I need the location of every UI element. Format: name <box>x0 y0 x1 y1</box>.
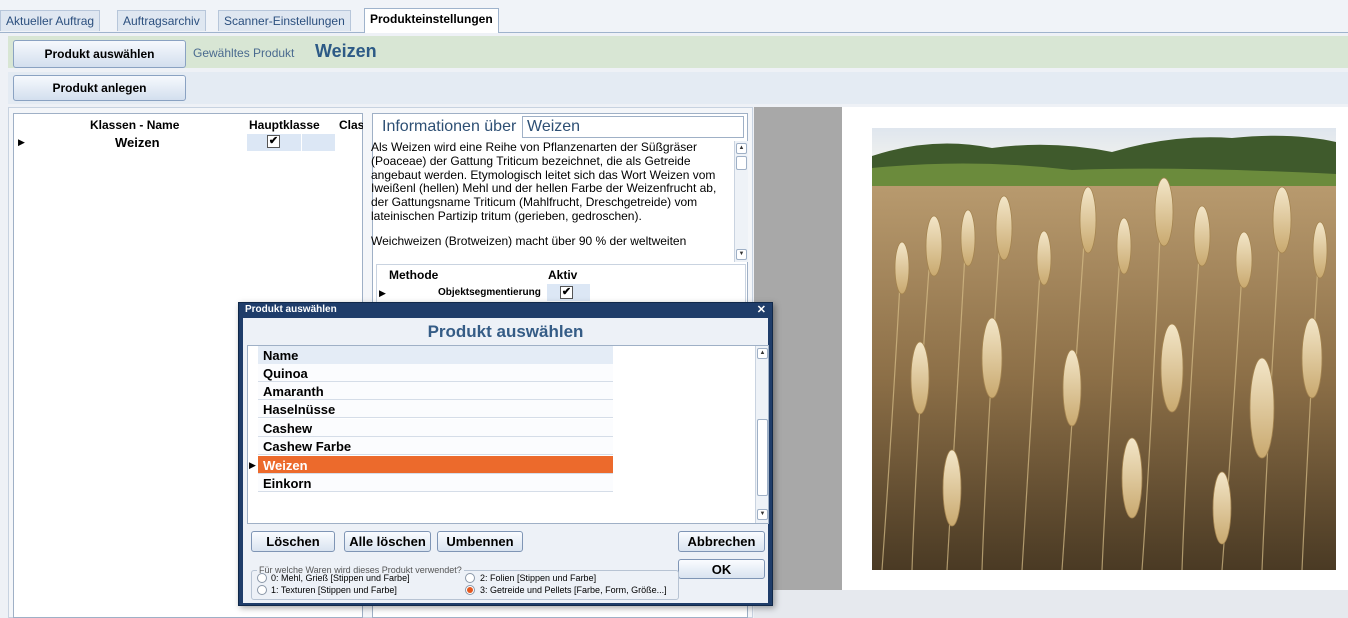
list-item[interactable]: Quinoa <box>258 364 613 382</box>
ok-button[interactable]: OK <box>678 559 765 579</box>
scroll-down-icon[interactable]: ▼ <box>736 249 747 260</box>
scroll-thumb[interactable] <box>736 156 747 170</box>
usage-option-3-radio[interactable] <box>465 585 475 595</box>
list-item[interactable]: Cashew <box>258 419 613 437</box>
dialog-titlebar[interactable]: Produkt auswählen ✕ <box>239 303 772 317</box>
tab-produkteinstellungen[interactable]: Produkteinstellungen <box>364 8 499 33</box>
info-title: Informationen über <box>382 118 517 135</box>
tab-auftragsarchiv[interactable]: Auftragsarchiv <box>117 10 206 31</box>
info-paragraph: Weichweizen (Brotweizen) macht über 90 %… <box>371 233 687 248</box>
tab-bar: Aktueller Auftrag Auftragsarchiv Scanner… <box>0 0 1348 33</box>
usage-option-3-label[interactable]: 3: Getreide und Pellets [Farbe, Form, Gr… <box>480 585 667 595</box>
delete-all-button[interactable]: Alle löschen <box>344 531 431 552</box>
create-product-bar <box>8 72 1348 104</box>
list-item[interactable]: Haselnüsse <box>258 400 613 418</box>
list-column-header-name[interactable]: Name <box>258 346 613 364</box>
scroll-up-icon[interactable]: ▲ <box>736 143 747 154</box>
tab-aktueller-auftrag[interactable]: Aktueller Auftrag <box>0 10 101 31</box>
row-pointer-icon: ▶ <box>379 288 386 298</box>
column-header-class[interactable]: Class <box>339 118 363 132</box>
info-product-field[interactable]: Weizen <box>522 116 744 138</box>
rename-button[interactable]: Umbennen <box>437 531 523 552</box>
row-pointer-icon: ▶ <box>18 137 25 147</box>
row-pointer-icon: ▶ <box>249 460 256 470</box>
class-cell[interactable] <box>302 134 335 151</box>
delete-button[interactable]: Löschen <box>251 531 335 552</box>
selected-product-value: Weizen <box>315 41 377 61</box>
method-active-checkbox[interactable]: ✔ <box>560 286 573 299</box>
column-header-aktiv[interactable]: Aktiv <box>548 268 577 282</box>
product-image <box>872 128 1336 570</box>
column-header-methode[interactable]: Methode <box>389 268 438 282</box>
tab-scanner-einstellungen[interactable]: Scanner-Einstellungen <box>218 10 351 31</box>
image-footer <box>754 590 1348 618</box>
info-description: Als Weizen wird eine Reihe von Pflanzena… <box>371 141 733 260</box>
class-name-cell[interactable]: Weizen <box>115 135 160 150</box>
hauptklasse-cell[interactable]: ✔ <box>247 134 301 151</box>
list-scrollbar[interactable]: ▲ ▼ <box>755 346 768 523</box>
scroll-up-icon[interactable]: ▲ <box>757 348 768 359</box>
usage-option-2-label[interactable]: 2: Folien [Stippen und Farbe] <box>480 573 596 583</box>
product-list: Name Quinoa Amaranth Haselnüsse Cashew C… <box>247 345 769 524</box>
info-scrollbar[interactable]: ▲ ▼ <box>734 141 748 262</box>
usage-option-2-radio[interactable] <box>465 573 475 583</box>
column-header-klassen-name[interactable]: Klassen - Name <box>90 118 179 132</box>
list-item[interactable]: Cashew Farbe <box>258 437 613 455</box>
scroll-down-icon[interactable]: ▼ <box>757 509 768 520</box>
select-product-button[interactable]: Produkt auswählen <box>13 40 186 68</box>
method-active-cell[interactable]: ✔ <box>547 284 590 301</box>
cancel-button[interactable]: Abbrechen <box>678 531 765 552</box>
usage-option-1-label[interactable]: 1: Texturen [Stippen und Farbe] <box>271 585 397 595</box>
dialog-window-title: Produkt auswählen <box>245 304 337 315</box>
select-product-dialog: Produkt auswählen ✕ Produkt auswählen Na… <box>238 302 773 606</box>
method-name-cell[interactable]: Objektsegmentierung <box>438 287 541 298</box>
dialog-heading: Produkt auswählen <box>427 322 584 341</box>
close-icon[interactable]: ✕ <box>757 303 766 316</box>
list-item-selected[interactable]: Weizen <box>258 456 613 474</box>
dialog-body: Produkt auswählen Name Quinoa Amaranth H… <box>243 318 769 603</box>
scroll-thumb[interactable] <box>757 419 768 496</box>
usage-option-1-radio[interactable] <box>257 585 267 595</box>
usage-option-0-label[interactable]: 0: Mehl, Grieß [Stippen und Farbe] <box>271 573 410 583</box>
column-header-hauptklasse[interactable]: Hauptklasse <box>249 118 320 132</box>
info-paragraph: Als Weizen wird eine Reihe von Pflanzena… <box>371 141 717 223</box>
hauptklasse-checkbox[interactable]: ✔ <box>267 135 280 148</box>
create-product-button[interactable]: Produkt anlegen <box>13 75 186 101</box>
usage-option-0-radio[interactable] <box>257 573 267 583</box>
selected-product-caption: Gewähltes Produkt <box>193 46 295 60</box>
list-item[interactable]: Amaranth <box>258 382 613 400</box>
list-item[interactable]: Einkorn <box>258 474 613 492</box>
wheat-field-image <box>872 128 1336 570</box>
